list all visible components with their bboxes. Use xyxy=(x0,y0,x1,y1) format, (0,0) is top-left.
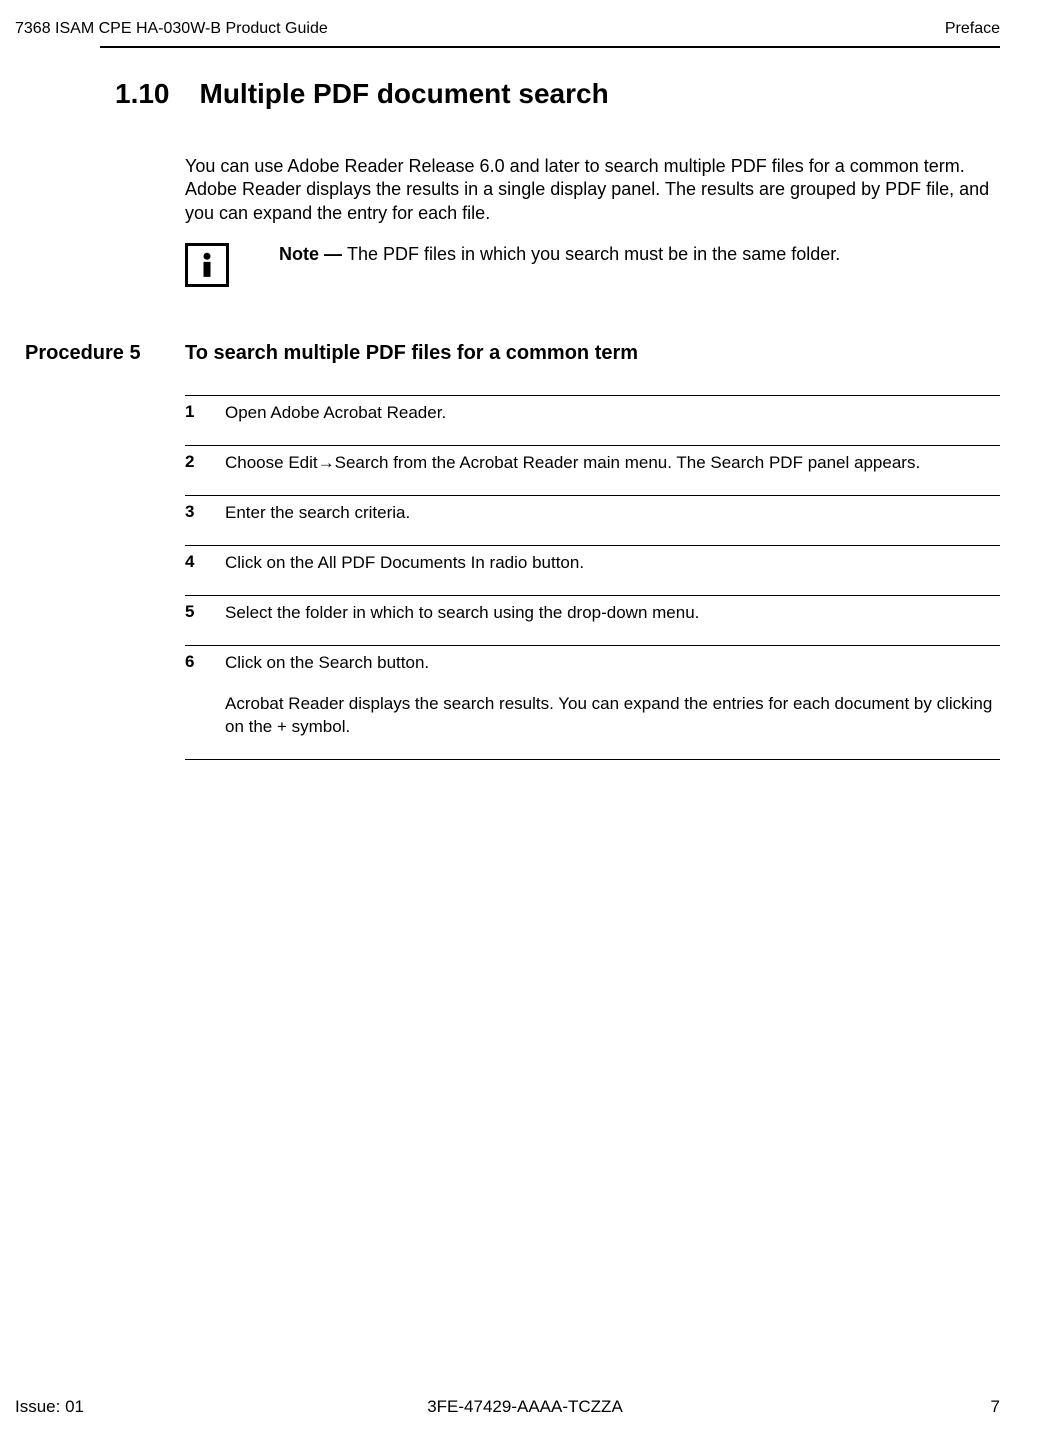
step-number: 4 xyxy=(185,552,225,575)
footer-page-number: 7 xyxy=(991,1397,1000,1417)
procedure-number: Procedure 5 xyxy=(25,342,185,365)
step-rule xyxy=(185,545,1000,546)
step-number: 2 xyxy=(185,452,225,475)
footer-center: 3FE-47429-AAAA-TCZZA xyxy=(427,1397,623,1417)
step-rule xyxy=(185,445,1000,446)
section-heading: 1.10 Multiple PDF document search xyxy=(100,78,1000,110)
step-number: 6 xyxy=(185,652,225,739)
intro-paragraph: You can use Adobe Reader Release 6.0 and… xyxy=(185,155,1000,225)
step-main-text: Click on the Search button. xyxy=(225,652,1000,675)
step-text: Click on the All PDF Documents In radio … xyxy=(225,552,584,575)
main-content: 1.10 Multiple PDF document search You can… xyxy=(0,48,1050,760)
header-left: 7368 ISAM CPE HA-030W-B Product Guide xyxy=(15,20,328,38)
section-title: Multiple PDF document search xyxy=(200,78,609,109)
step-text: Open Adobe Acrobat Reader. xyxy=(225,402,446,425)
note-text: Note — The PDF files in which you search… xyxy=(279,243,840,266)
note-label: Note — xyxy=(279,244,347,264)
step-item: 3 Enter the search criteria. xyxy=(185,502,1000,525)
step-item: 4 Click on the All PDF Documents In radi… xyxy=(185,552,1000,575)
procedure-heading: Procedure 5 To search multiple PDF files… xyxy=(25,342,1000,365)
step-text: Click on the Search button. Acrobat Read… xyxy=(225,652,1000,739)
footer-left: Issue: 01 xyxy=(15,1397,84,1417)
step-item: 2 Choose Edit→Search from the Acrobat Re… xyxy=(185,452,1000,475)
step-number: 1 xyxy=(185,402,225,425)
info-icon xyxy=(185,243,229,287)
steps-list: 1 Open Adobe Acrobat Reader. 2 Choose Ed… xyxy=(185,395,1000,760)
page-header: 7368 ISAM CPE HA-030W-B Product Guide Pr… xyxy=(0,0,1050,46)
step-rule xyxy=(185,495,1000,496)
page-footer: Issue: 01 3FE-47429-AAAA-TCZZA 7 xyxy=(0,1397,1050,1417)
header-right: Preface xyxy=(945,20,1000,38)
step-text: Enter the search criteria. xyxy=(225,502,410,525)
step-text: Choose Edit→Search from the Acrobat Read… xyxy=(225,452,920,475)
procedure-title: To search multiple PDF files for a commo… xyxy=(185,342,638,365)
step-rule xyxy=(185,759,1000,760)
note-block: Note — The PDF files in which you search… xyxy=(185,243,1000,287)
step-text: Select the folder in which to search usi… xyxy=(225,602,699,625)
step-item: 5 Select the folder in which to search u… xyxy=(185,602,1000,625)
step-item: 1 Open Adobe Acrobat Reader. xyxy=(185,402,1000,425)
step-extra-text: Acrobat Reader displays the search resul… xyxy=(225,693,1000,739)
section-number: 1.10 xyxy=(115,78,170,110)
step-rule xyxy=(185,595,1000,596)
step-number: 3 xyxy=(185,502,225,525)
note-body: The PDF files in which you search must b… xyxy=(347,244,840,264)
step-number: 5 xyxy=(185,602,225,625)
step-rule xyxy=(185,395,1000,396)
step-item: 6 Click on the Search button. Acrobat Re… xyxy=(185,652,1000,739)
step-rule xyxy=(185,645,1000,646)
